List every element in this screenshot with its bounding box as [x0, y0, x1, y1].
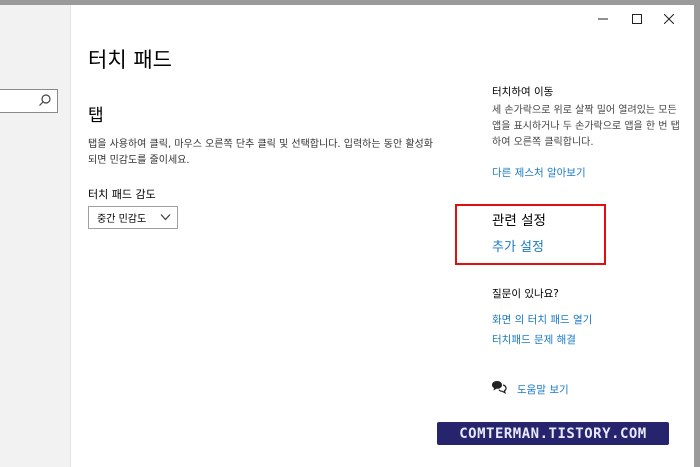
page-title: 터치 패드 — [88, 48, 172, 72]
learn-gestures-link[interactable]: 다른 제스처 알아보기 — [492, 165, 586, 180]
related-settings-title: 관련 설정 — [492, 213, 546, 229]
maximize-icon — [632, 14, 642, 24]
sensitivity-value: 중간 민감도 — [97, 214, 147, 225]
open-touchpad-link[interactable]: 화면 의 터치 패드 열기 — [492, 312, 592, 327]
close-button[interactable] — [654, 8, 684, 30]
minimize-button[interactable] — [588, 8, 618, 30]
close-icon — [664, 14, 674, 24]
sidebar — [0, 5, 71, 467]
maximize-button[interactable] — [622, 8, 652, 30]
watermark-text: COMTERMAN.TISTORY.COM — [459, 425, 647, 442]
tap-section-title: 탭 — [88, 106, 104, 126]
troubleshoot-touchpad-link[interactable]: 터치패드 문제 해결 — [492, 332, 576, 347]
get-help-link[interactable]: 도움말 보기 — [517, 382, 569, 397]
sensitivity-label: 터치 패드 감도 — [88, 188, 156, 201]
watermark: COMTERMAN.TISTORY.COM — [437, 422, 669, 445]
window-frame-top — [0, 0, 700, 5]
window-frame-right — [694, 0, 700, 467]
chevron-down-icon — [160, 214, 171, 221]
minimize-icon — [598, 18, 608, 20]
sensitivity-dropdown[interactable]: 중간 민감도 — [88, 206, 178, 229]
additional-settings-link[interactable]: 추가 설정 — [492, 236, 544, 255]
help-chat-icon — [492, 381, 507, 394]
tip-title: 터치하여 이동 — [492, 86, 554, 98]
tip-body: 세 손가락으로 위로 살짝 밀어 열려있는 모든 앱을 표시하거나 두 손가락으… — [492, 105, 680, 148]
search-input[interactable] — [0, 89, 58, 113]
questions-title: 질문이 있나요? — [492, 288, 559, 300]
search-icon — [39, 94, 51, 106]
tap-description: 탭을 사용하여 클릭, 마우스 오른쪽 단추 클릭 및 선택합니다. 입력하는 … — [88, 139, 433, 166]
